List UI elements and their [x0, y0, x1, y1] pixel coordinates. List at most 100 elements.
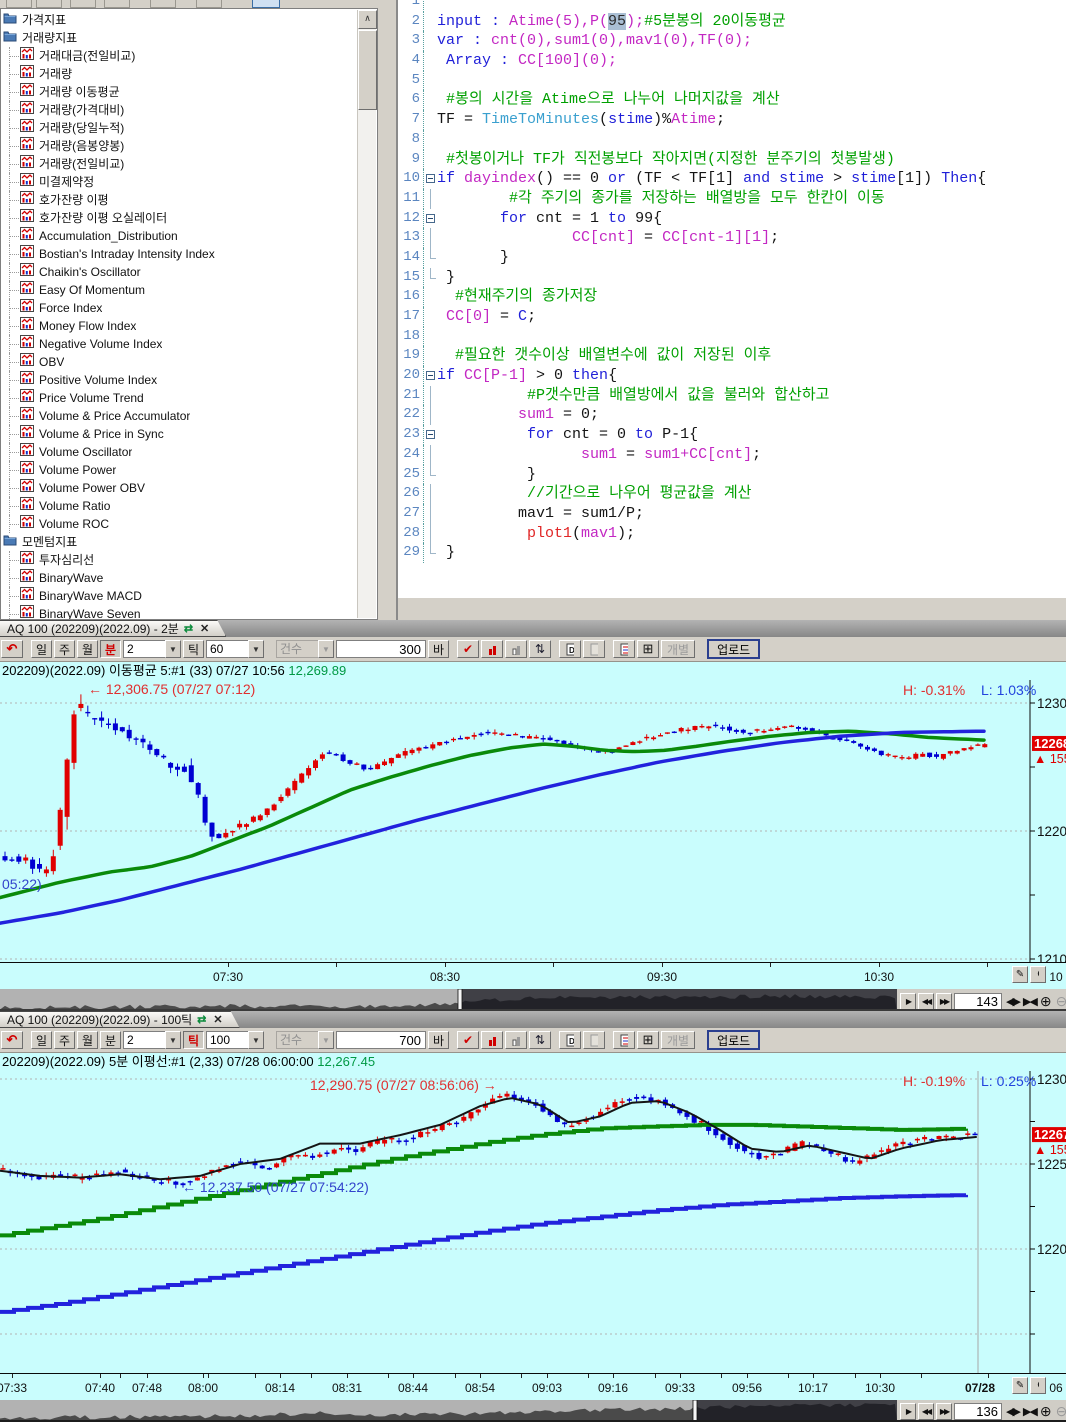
upload-button[interactable]: 업로드	[707, 639, 760, 659]
formula-editor[interactable]: 12input : Atime(5),P(95);#5분봉의 20이동평균3va…	[396, 0, 1066, 598]
minute-count-dropdown[interactable]: 2▼	[123, 640, 181, 658]
close-icon[interactable]: ✕	[213, 1013, 222, 1026]
code-line[interactable]: 25 }	[398, 465, 1066, 485]
tree-item[interactable]: Force Index	[1, 299, 357, 317]
code-line[interactable]: 10if dayindex() == 0 or (TF < TF[1] and …	[398, 169, 1066, 189]
code-line[interactable]: 20if CC[P-1] > 0 then{	[398, 366, 1066, 386]
tree-item[interactable]: 거래량(전일비교)	[1, 155, 357, 173]
code-line[interactable]: 17 CC[0] = C;	[398, 307, 1066, 327]
code-line[interactable]: 18	[398, 327, 1066, 347]
tree-item[interactable]: Accumulation_Distribution	[1, 227, 357, 245]
tree-item[interactable]: Money Flow Index	[1, 317, 357, 335]
code-line[interactable]: 16 #현재주기의 종가저장	[398, 287, 1066, 307]
tick-button[interactable]: 틱	[183, 1031, 204, 1049]
fold-collapse-icon[interactable]	[426, 174, 435, 183]
panel-splitter[interactable]	[378, 8, 396, 620]
report-icon[interactable]	[613, 1031, 635, 1049]
scrollbar-thumb[interactable]	[358, 30, 377, 110]
tree-item[interactable]: Positive Volume Index	[1, 371, 357, 389]
tick-button[interactable]: 틱	[183, 640, 204, 658]
chart-navigator[interactable]: ▶◀◀▶▶◀▶▶◀⊕⊖	[0, 1400, 1066, 1422]
tree-item[interactable]: Volume Oscillator	[1, 443, 357, 461]
period-button-월[interactable]: 월	[77, 640, 98, 658]
chart-tab[interactable]: AQ 100 (202209)(2022.09) - 100틱⇄✕	[0, 1011, 240, 1028]
tree-item[interactable]: 투자심리선	[1, 551, 357, 569]
bar-count-input[interactable]	[336, 640, 426, 658]
code-line[interactable]: 14 }	[398, 248, 1066, 268]
code-line[interactable]: 22 sum1 = 0;	[398, 405, 1066, 425]
nav-bar-count-input[interactable]	[954, 993, 1002, 1010]
magnifier-icon[interactable]	[1030, 1377, 1046, 1394]
fold-collapse-icon[interactable]	[426, 214, 435, 223]
period-button-주[interactable]: 주	[54, 1031, 75, 1049]
fold-gutter[interactable]	[423, 425, 437, 445]
code-line[interactable]: 11 #각 주기의 종가를 저장하는 배열방을 모두 한칸이 이동	[398, 189, 1066, 209]
period-button-분[interactable]: 분	[100, 1031, 121, 1049]
nav-expand-icon[interactable]: ◀▶	[1006, 1405, 1019, 1418]
tree-item[interactable]: BinaryWave MACD	[1, 587, 357, 605]
tree-item[interactable]: OBV	[1, 353, 357, 371]
pencil-icon[interactable]: ✎	[1012, 1377, 1028, 1394]
tree-item[interactable]: Easy Of Momentum	[1, 281, 357, 299]
nav-expand-icon[interactable]: ◀▶	[1006, 995, 1019, 1008]
code-line[interactable]: 23 for cnt = 0 to P-1{	[398, 425, 1066, 445]
tree-item[interactable]: Volume ROC	[1, 515, 357, 533]
check-chart-icon[interactable]: ✔	[457, 1031, 479, 1049]
tree-folder[interactable]: 가격지표	[1, 11, 357, 29]
chevron-down-icon[interactable]: ▼	[165, 1031, 181, 1049]
code-line[interactable]: 1	[398, 0, 1066, 12]
doc-new-icon[interactable]: D	[559, 1031, 581, 1049]
nav-collapse-icon[interactable]: ▶◀	[1023, 995, 1036, 1008]
code-line[interactable]: 27 mav1 = sum1/P;	[398, 504, 1066, 524]
tree-item[interactable]: Chaikin's Oscillator	[1, 263, 357, 281]
period-button-분[interactable]: 분	[100, 640, 121, 658]
nav-next-icon[interactable]: ▶▶	[936, 1403, 952, 1420]
tree-item[interactable]: 거래량 이동평균	[1, 83, 357, 101]
red-volume-icon[interactable]: !	[481, 1031, 503, 1049]
tree-item[interactable]: Volume & Price in Sync	[1, 425, 357, 443]
nav-collapse-icon[interactable]: ▶◀	[1023, 1405, 1036, 1418]
doc-new-icon[interactable]: D	[559, 640, 581, 658]
tick-count-dropdown[interactable]: 60▼	[206, 640, 264, 658]
nav-bar-count-input[interactable]	[954, 1403, 1002, 1420]
minute-count-dropdown[interactable]: 2▼	[123, 1031, 181, 1049]
chart-plot-area[interactable]: 12300122501220012267▲ 155.H: -0.19%L: 0.…	[0, 1071, 1066, 1373]
tree-item[interactable]: 거래량(가격대비)	[1, 101, 357, 119]
code-line[interactable]: 28 plot1(mav1);	[398, 524, 1066, 544]
sort-updown-icon[interactable]: ⇅	[529, 1031, 551, 1049]
code-line[interactable]: 9 #첫봉이거나 TF가 직전봉보다 작아지면(지정한 분주기의 첫봉발생)	[398, 150, 1066, 170]
nav-play-icon[interactable]: ▶	[900, 993, 916, 1010]
tree-item[interactable]: 거래대금(전일비교)	[1, 47, 357, 65]
nav-next-icon[interactable]: ▶▶	[936, 993, 952, 1010]
tree-item[interactable]: 호가잔량 이평	[1, 191, 357, 209]
code-line[interactable]: 19 #필요한 갯수이상 배열변수에 값이 저장된 이후	[398, 346, 1066, 366]
table-grid-icon[interactable]: ⊞	[637, 1031, 659, 1049]
zoom-in-icon[interactable]: ⊕	[1040, 1403, 1052, 1420]
upload-button[interactable]: 업로드	[707, 1030, 760, 1050]
tree-item[interactable]: BinaryWave	[1, 569, 357, 587]
nav-prev-icon[interactable]: ◀◀	[918, 1403, 934, 1420]
code-line[interactable]: 7TF = TimeToMinutes(stime)%Atime;	[398, 110, 1066, 130]
close-icon[interactable]: ✕	[200, 622, 209, 635]
scroll-up-icon[interactable]: ∧	[358, 10, 377, 29]
nav-prev-icon[interactable]: ◀◀	[918, 993, 934, 1010]
period-button-일[interactable]: 일	[31, 1031, 52, 1049]
tree-item[interactable]: 거래량	[1, 65, 357, 83]
gray-volume-icon[interactable]	[505, 1031, 527, 1049]
code-line[interactable]: 29 }	[398, 543, 1066, 563]
bar-count-input[interactable]	[336, 1031, 426, 1049]
nav-play-icon[interactable]: ▶	[900, 1403, 916, 1420]
tree-item[interactable]: Negative Volume Index	[1, 335, 357, 353]
tree-item[interactable]: Volume Ratio	[1, 497, 357, 515]
fold-collapse-icon[interactable]	[426, 430, 435, 439]
period-button-월[interactable]: 월	[77, 1031, 98, 1049]
tree-item[interactable]: Bostian's Intraday Intensity Index	[1, 245, 357, 263]
code-line[interactable]: 26 //기간으로 나우어 평균값을 계산	[398, 484, 1066, 504]
period-button-일[interactable]: 일	[31, 640, 52, 658]
tree-item[interactable]: Volume Power OBV	[1, 479, 357, 497]
code-line[interactable]: 24 sum1 = sum1+CC[cnt];	[398, 445, 1066, 465]
undo-icon[interactable]: ↶	[1, 1031, 23, 1049]
tree-folder[interactable]: 모멘텀지표	[1, 533, 357, 551]
bar-unit-button[interactable]: 바	[428, 1031, 449, 1049]
tree-item[interactable]: Price Volume Trend	[1, 389, 357, 407]
